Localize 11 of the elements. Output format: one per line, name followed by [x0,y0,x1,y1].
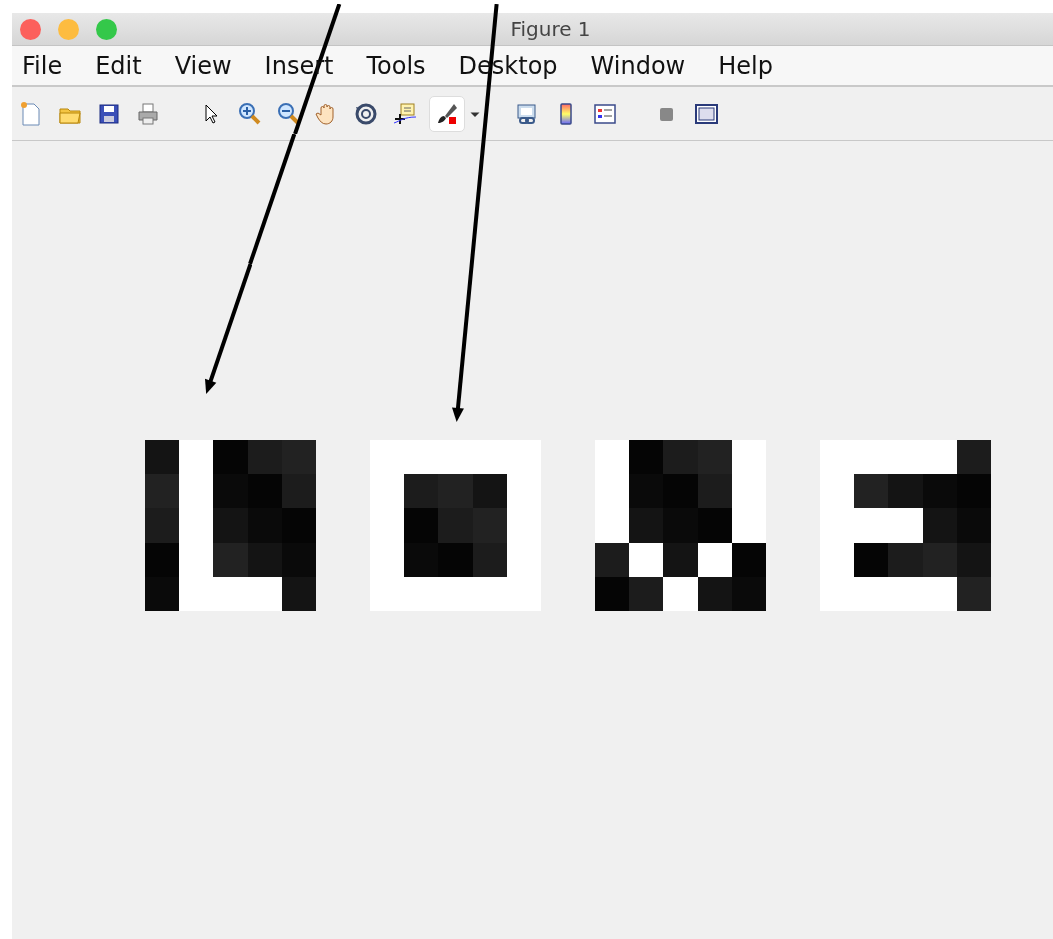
menu-item[interactable]: Window [590,47,704,84]
menu-item[interactable]: Tools [366,47,444,84]
menu-item[interactable]: File [22,47,81,84]
menu-item[interactable]: Help [718,47,791,84]
printer-icon[interactable] [135,100,161,127]
menu-item[interactable]: View [174,47,250,84]
caret-icon[interactable] [470,110,480,117]
window-title: Figure 1 [510,16,591,43]
zoom-in-icon[interactable] [236,100,262,127]
data-cursor-icon[interactable] [392,100,418,127]
menu-item[interactable]: Edit [95,47,160,84]
